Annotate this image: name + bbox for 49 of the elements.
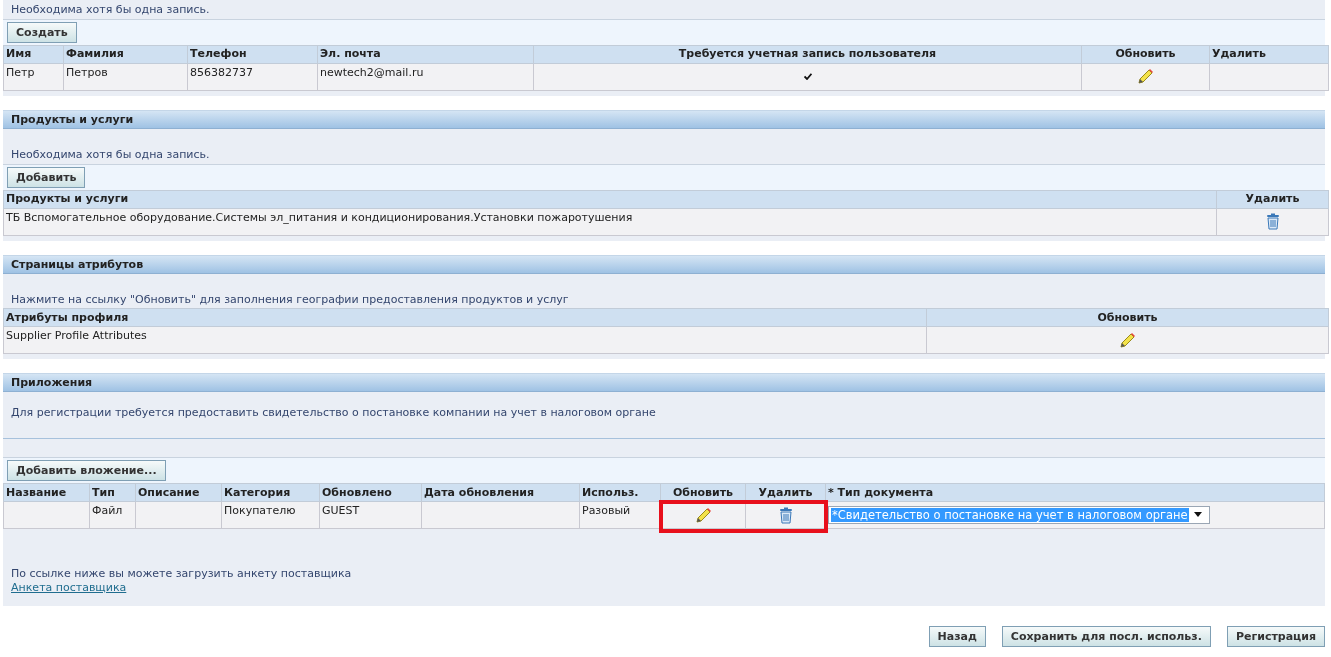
column-header: * Тип документа xyxy=(825,483,1325,502)
add-button[interactable]: Добавить xyxy=(7,166,86,188)
column-header: Название xyxy=(3,483,90,502)
table-cell: Покупателю xyxy=(221,501,320,529)
table-cell: Петр xyxy=(3,63,64,91)
section-title: Страницы атрибутов xyxy=(3,254,1325,274)
column-header: Удалить xyxy=(1209,45,1329,64)
action-button[interactable]: Назад xyxy=(928,625,986,647)
pencil-icon[interactable] xyxy=(694,506,712,524)
column-header: Фамилия xyxy=(63,45,188,64)
column-header: Обновить xyxy=(926,308,1329,327)
table-cell: Петров xyxy=(63,63,188,91)
pencil-icon[interactable] xyxy=(1137,68,1154,86)
column-header: Требуется учетная запись пользователя xyxy=(533,45,1082,64)
table-cell: GUEST xyxy=(319,501,422,529)
action-button[interactable]: Сохранить для посл. использ. xyxy=(1001,625,1211,647)
column-header: Удалить xyxy=(1216,190,1329,208)
column-header: Тип xyxy=(89,483,136,502)
info-message: Необходима хотя бы одна запись. xyxy=(10,2,211,18)
add-button[interactable]: Создать xyxy=(7,21,77,43)
column-header: Атрибуты профиля xyxy=(3,308,927,327)
section-title: Приложения xyxy=(3,373,1325,393)
info-message: Для регистрации требуется предоставить свидетельство о постановке компании на учет в налоговом органе xyxy=(3,398,1325,439)
column-header: Описание xyxy=(135,483,222,502)
info-message: Нажмите на ссылку "Обновить" для заполнения географии предоставления продуктов и услуг xyxy=(10,291,570,308)
column-header: Телефон xyxy=(187,45,318,64)
trash-icon[interactable] xyxy=(1265,213,1280,230)
pencil-icon[interactable] xyxy=(1119,331,1136,349)
section-title: Продукты и услуги xyxy=(3,109,1325,129)
column-header: Категория xyxy=(221,483,320,502)
column-header: Продукты и услуги xyxy=(3,190,1217,208)
column-header: Обновить xyxy=(1081,45,1210,64)
column-header: Использ. xyxy=(579,483,661,502)
column-header: Обновить xyxy=(660,483,746,502)
table-cell: ТБ Вспомогательное оборудование.Системы эл_питания и кондиционирования.Установки пожаротушения xyxy=(3,208,1217,235)
supplier-form-link[interactable]: Анкета поставщика xyxy=(3,580,135,594)
table-cell: 856382737 xyxy=(187,63,318,91)
info-message: Необходима хотя бы одна запись. xyxy=(10,146,211,163)
table-cell: Supplier Profile Attributes xyxy=(3,326,927,354)
add-attachment-button[interactable]: Добавить вложение... xyxy=(7,460,166,481)
column-header: Удалить xyxy=(745,483,826,502)
column-header: Обновлено xyxy=(319,483,422,502)
column-header: Имя xyxy=(3,45,64,64)
column-header: Дата обновления xyxy=(421,483,580,502)
table-cell: newtech2@mail.ru xyxy=(317,63,534,91)
column-header: Эл. почта xyxy=(317,45,534,64)
info-message: По ссылке ниже вы можете загрузить анкету поставщика xyxy=(10,566,353,581)
trash-icon[interactable] xyxy=(778,506,793,524)
action-button[interactable]: Регистрация xyxy=(1226,625,1325,647)
